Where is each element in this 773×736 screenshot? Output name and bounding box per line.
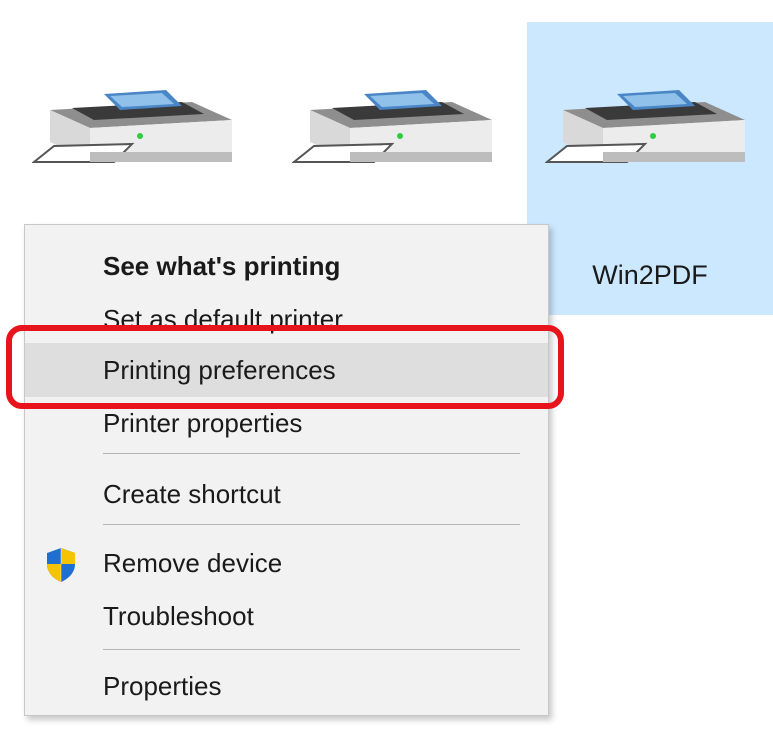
context-menu: See what's printing Set as default print…	[24, 224, 549, 716]
menu-separator	[103, 453, 520, 454]
desktop-surface: Win2PDF See what's printing Set as defau…	[0, 0, 773, 736]
menu-separator	[103, 649, 520, 650]
menu-item-set-as-default-printer[interactable]: Set as default printer	[25, 292, 548, 346]
menu-item-label: Remove device	[103, 548, 283, 578]
menu-item-troubleshoot[interactable]: Troubleshoot	[25, 589, 548, 643]
printer-icon	[292, 90, 492, 163]
menu-separator	[103, 524, 520, 525]
printer-icon	[32, 90, 232, 163]
menu-item-printer-properties[interactable]: Printer properties	[25, 396, 548, 450]
menu-item-printing-preferences[interactable]: Printing preferences	[25, 343, 548, 397]
menu-item-remove-device[interactable]: Remove device	[25, 536, 548, 590]
printer-label: Win2PDF	[592, 260, 708, 290]
menu-item-see-whats-printing[interactable]: See what's printing	[25, 239, 548, 293]
uac-shield-icon	[47, 548, 75, 582]
printer-icon	[545, 90, 745, 163]
menu-item-properties[interactable]: Properties	[25, 659, 548, 713]
printer-tile-win2pdf[interactable]: Win2PDF	[527, 22, 773, 315]
menu-item-create-shortcut[interactable]: Create shortcut	[25, 467, 548, 521]
